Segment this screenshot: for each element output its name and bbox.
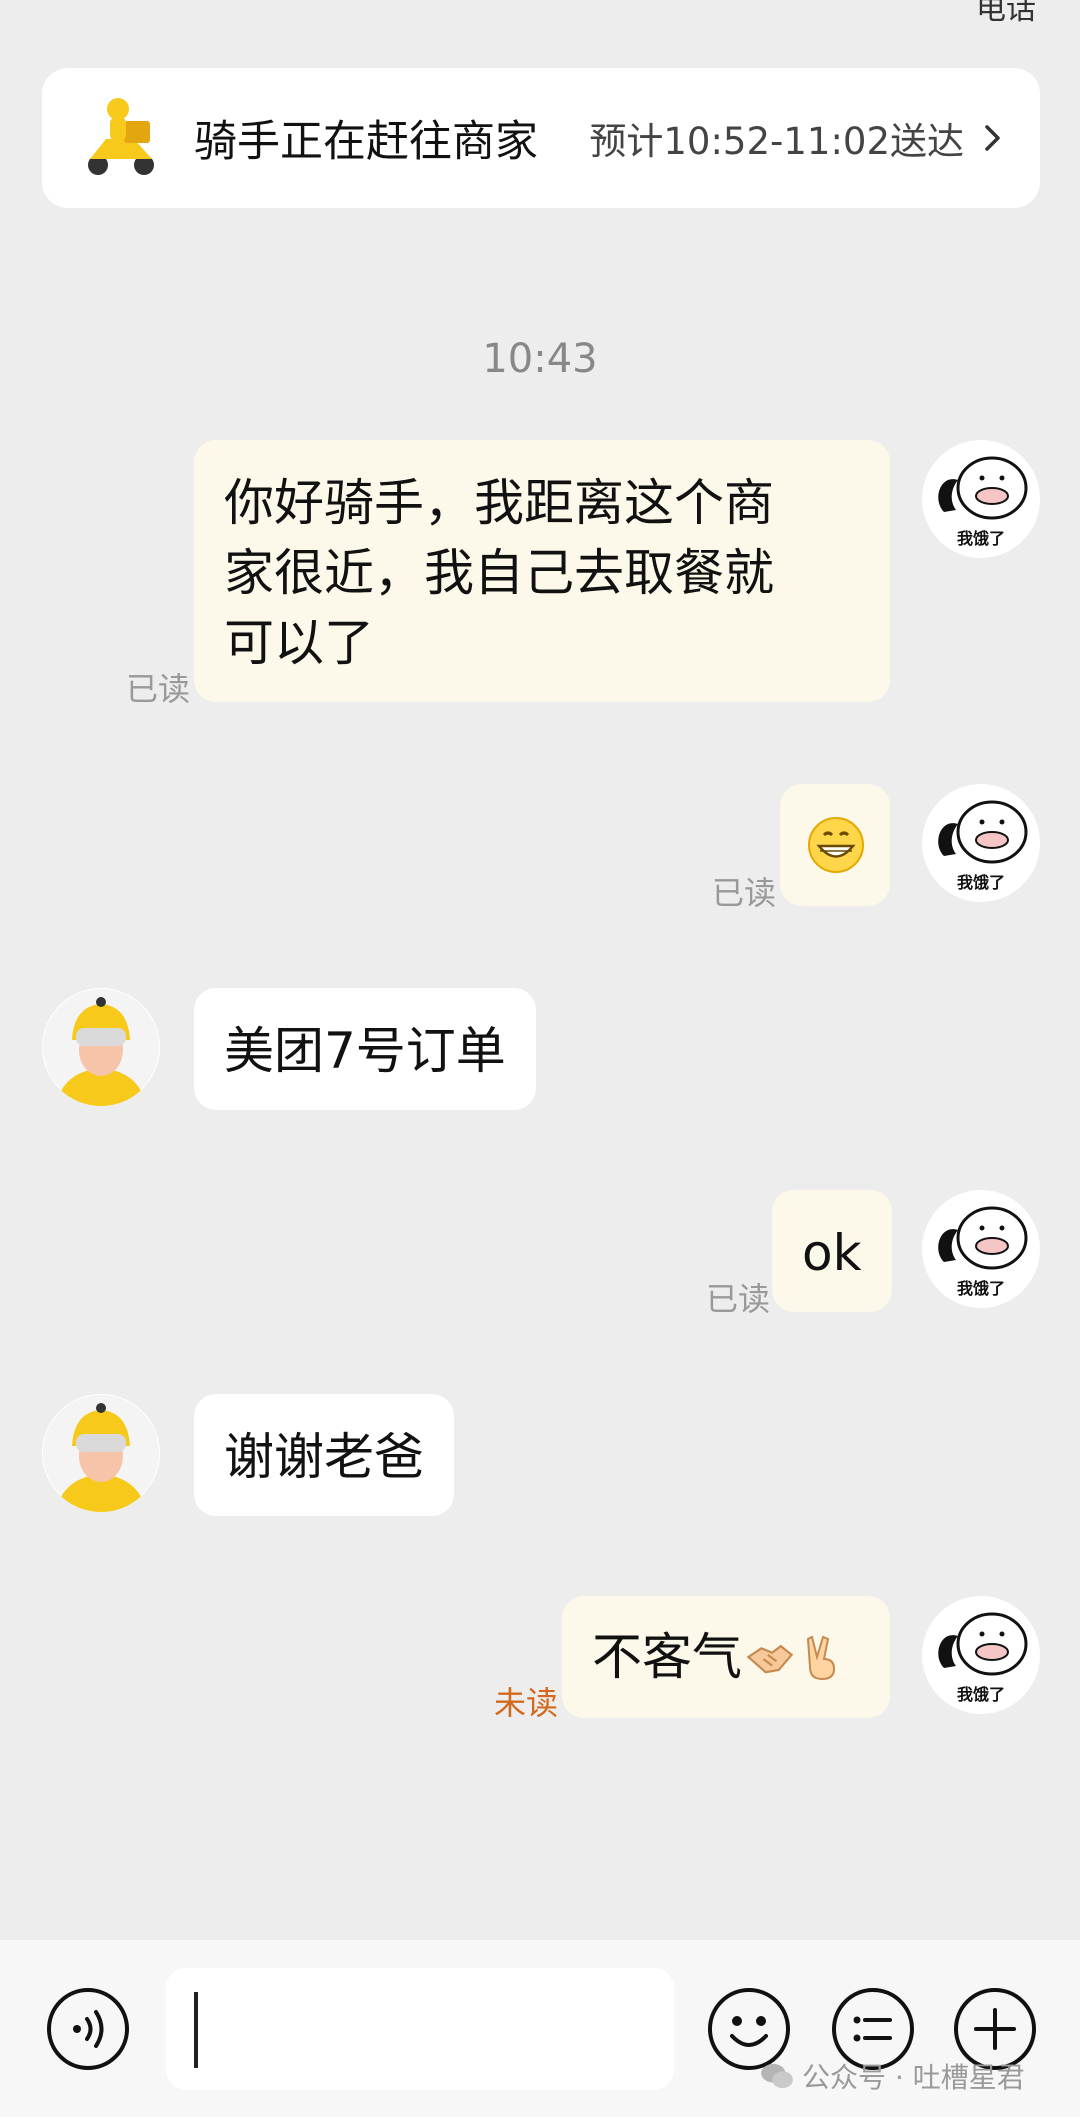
grinning-face-icon <box>808 817 864 873</box>
read-status: 已读 <box>712 874 777 912</box>
rider-scooter-icon <box>88 98 154 175</box>
message-line: 可以了 <box>224 614 374 672</box>
avatar-caption: 我饿了 <box>957 873 1005 892</box>
avatar-caption: 我饿了 <box>957 1279 1005 1298</box>
eta-text: 预计10:52-11:02送达 <box>589 120 964 163</box>
message-text: 不客气 <box>592 1628 742 1686</box>
rider-avatar[interactable] <box>42 988 160 1106</box>
my-avatar[interactable]: 我饿了 <box>922 440 1040 558</box>
rider-avatar[interactable] <box>42 1394 160 1512</box>
unread-status: 未读 <box>494 1684 559 1722</box>
call-button[interactable]: 电话 <box>976 0 1036 28</box>
chevron-right-icon <box>985 125 1000 151</box>
message-line: 家很近，我自己去取餐就 <box>224 544 774 602</box>
message-bubble-outgoing[interactable]: 不客气 <box>562 1596 890 1718</box>
read-status: 已读 <box>706 1280 771 1318</box>
my-avatar[interactable]: 我饿了 <box>922 784 1040 902</box>
avatar-caption: 我饿了 <box>957 529 1005 548</box>
victory-hand-icon <box>806 1635 836 1681</box>
handshake-icon <box>746 1644 794 1674</box>
watermark: 公众号 · 吐槽星君 <box>760 2056 1025 2096</box>
watermark-text: 公众号 · 吐槽星君 <box>802 2061 1025 2094</box>
text-caret <box>194 1992 198 2068</box>
wechat-icon <box>761 2063 793 2089</box>
avatar-caption: 我饿了 <box>957 1685 1005 1704</box>
chat-timestamp: 10:43 <box>482 336 598 382</box>
message-line: 你好骑手，我距离这个商 <box>224 474 774 532</box>
voice-icon[interactable] <box>45 1986 131 2072</box>
message-bubble-outgoing[interactable]: ok <box>772 1190 892 1312</box>
message-input[interactable] <box>166 1968 674 2090</box>
message-bubble-incoming[interactable]: 谢谢老爸 <box>194 1394 454 1516</box>
delivery-status-text: 骑手正在赶往商家 <box>194 117 538 167</box>
message-bubble-outgoing[interactable]: 你好骑手，我距离这个商 家很近，我自己去取餐就 可以了 <box>194 440 890 702</box>
message-bubble-incoming[interactable]: 美团7号订单 <box>194 988 536 1110</box>
read-status: 已读 <box>126 670 191 708</box>
my-avatar[interactable]: 我饿了 <box>922 1190 1040 1308</box>
message-bubble-outgoing[interactable] <box>780 784 890 906</box>
my-avatar[interactable]: 我饿了 <box>922 1596 1040 1714</box>
delivery-status-card[interactable]: 骑手正在赶往商家 预计10:52-11:02送达 <box>42 68 1040 208</box>
